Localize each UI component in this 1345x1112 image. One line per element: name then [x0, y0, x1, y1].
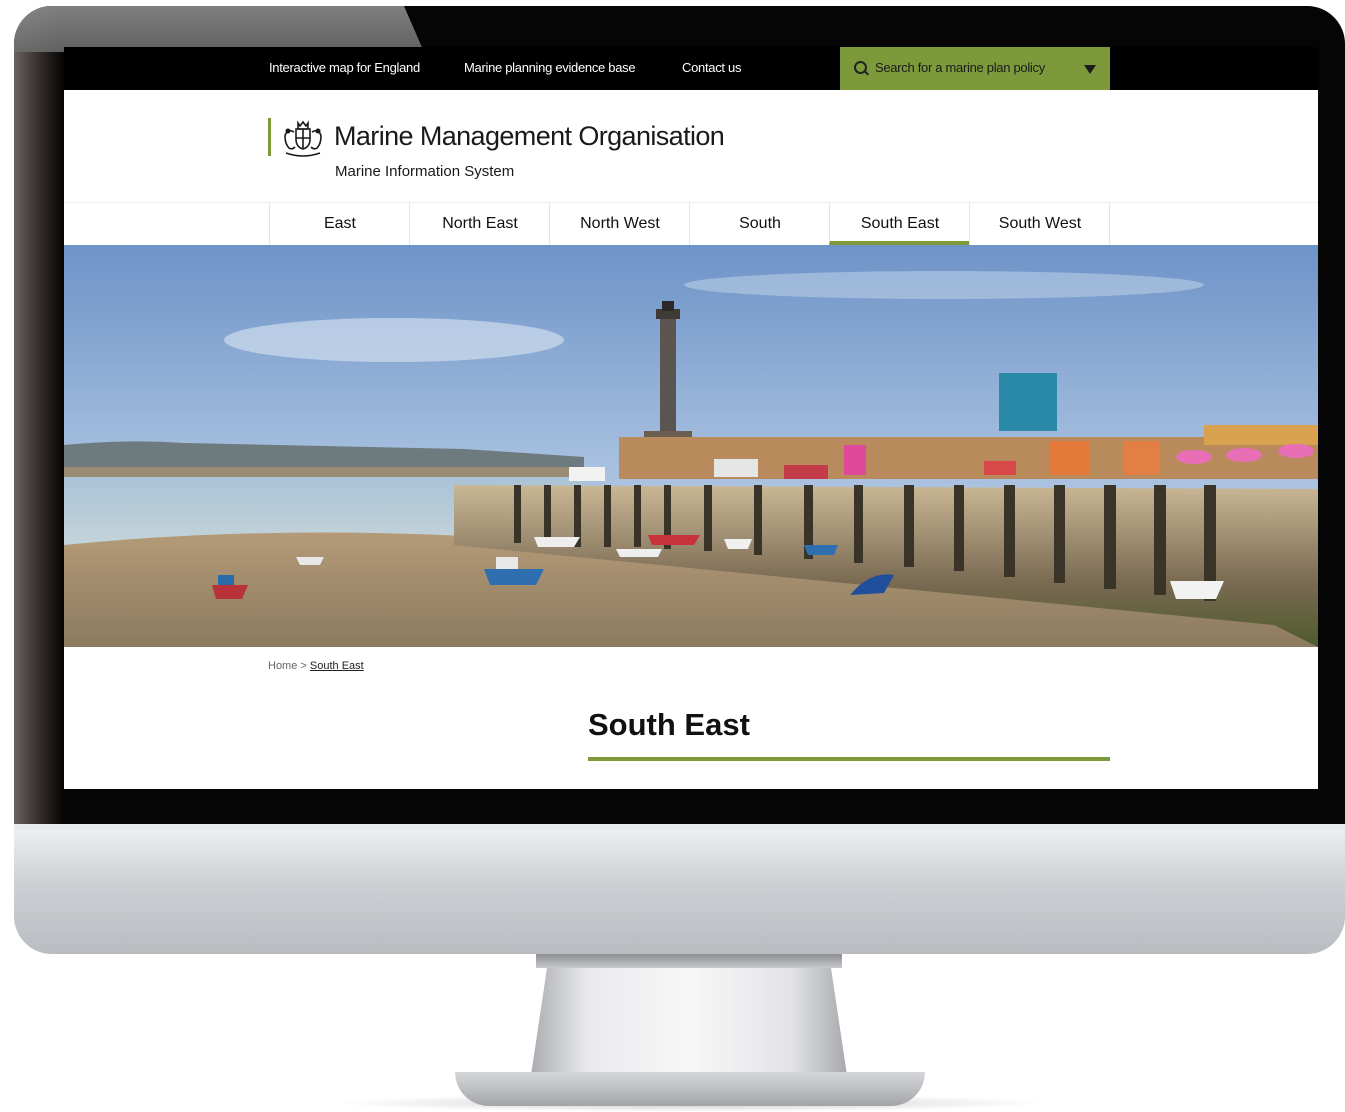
triangle-down-icon	[1084, 65, 1096, 74]
nav-divider	[1109, 203, 1110, 245]
nav-item-south-east[interactable]: South East	[829, 203, 970, 245]
evidence-base-link[interactable]: Marine planning evidence base	[464, 60, 636, 75]
harbour-hero-image	[64, 245, 1318, 647]
search-button-label: Search for a marine plan policy	[875, 60, 1045, 75]
logo-accent-bar	[268, 118, 271, 156]
interactive-map-link[interactable]: Interactive map for England	[269, 60, 420, 75]
top-bar: Interactive map for England Marine plann…	[64, 47, 1318, 90]
stand-neck	[536, 954, 842, 968]
region-nav: East North East North West South South E…	[64, 202, 1318, 246]
page-title: South East	[588, 707, 750, 742]
organisation-name[interactable]: Marine Management Organisation	[334, 121, 725, 152]
breadcrumb: Home > South East	[268, 660, 364, 672]
policy-search-button[interactable]: Search for a marine plan policy	[840, 47, 1110, 90]
bezel-gloss	[14, 6, 424, 52]
nav-item-south[interactable]: South	[689, 203, 830, 245]
breadcrumb-current[interactable]: South East	[310, 660, 364, 672]
monitor-stand	[530, 954, 848, 1082]
bezel-reflection	[14, 6, 64, 826]
search-icon	[854, 61, 867, 74]
nav-item-south-west[interactable]: South West	[969, 203, 1110, 245]
browser-screen: Interactive map for England Marine plann…	[64, 47, 1318, 789]
nav-item-north-west[interactable]: North West	[549, 203, 690, 245]
breadcrumb-separator: >	[300, 660, 307, 672]
contact-us-link[interactable]: Contact us	[682, 60, 741, 75]
title-underline	[588, 757, 1110, 761]
breadcrumb-home[interactable]: Home	[268, 660, 297, 672]
system-subtitle: Marine Information System	[335, 163, 515, 180]
nav-item-east[interactable]: East	[269, 203, 410, 245]
site-header: Marine Management Organisation Marine In…	[64, 90, 1318, 202]
nav-item-north-east[interactable]: North East	[409, 203, 550, 245]
monitor-chin	[14, 824, 1345, 954]
royal-crest-icon[interactable]	[281, 118, 325, 158]
chin-highlight	[14, 824, 1345, 830]
monitor-foot	[455, 1072, 925, 1106]
